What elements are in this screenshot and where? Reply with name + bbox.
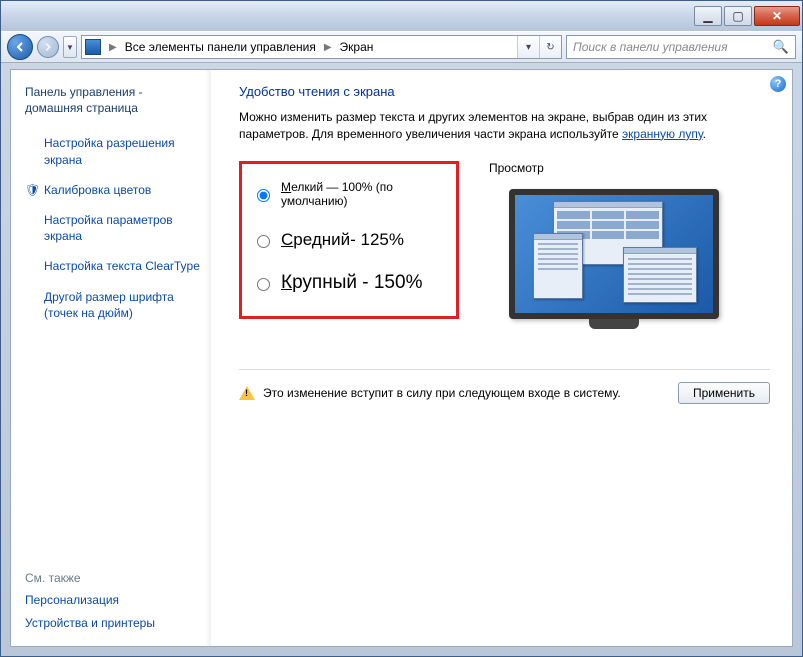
breadcrumb-item-all[interactable]: Все элементы панели управления: [122, 36, 319, 58]
search-icon: 🔍: [773, 39, 789, 55]
refresh-button[interactable]: ↻: [539, 36, 561, 58]
nav-back-button[interactable]: [7, 34, 33, 60]
see-also-devices[interactable]: Устройства и принтеры: [25, 615, 201, 631]
nav-history-dropdown[interactable]: ▼: [63, 36, 77, 58]
minimize-button[interactable]: ▁: [694, 6, 722, 26]
note-row: Это изменение вступит в силу при следующ…: [239, 369, 770, 404]
maximize-button[interactable]: ▢: [724, 6, 752, 26]
scaling-options-group: Мелкий — 100% (по умолчанию) Средний- 12…: [239, 161, 459, 319]
sidebar-link-resolution[interactable]: Настройка разрешения экрана: [25, 135, 201, 167]
radio-small[interactable]: Мелкий — 100% (по умолчанию): [252, 180, 442, 208]
breadcrumb-dropdown[interactable]: ▾: [517, 36, 539, 58]
search-placeholder: Поиск в панели управления: [573, 40, 728, 54]
nav-forward-button[interactable]: [37, 36, 59, 58]
sidebar: Панель управления - домашняя страница На…: [11, 70, 211, 646]
chevron-right-icon: ▶: [104, 42, 122, 53]
page-description: Можно изменить размер текста и других эл…: [239, 109, 770, 143]
client-area: ? Панель управления - домашняя страница …: [10, 69, 793, 647]
shield-icon: 🛡: [25, 182, 39, 198]
search-input[interactable]: Поиск в панели управления 🔍: [566, 35, 796, 59]
breadcrumb[interactable]: ▶ Все элементы панели управления ▶ Экран…: [81, 35, 562, 59]
control-panel-icon: [85, 39, 101, 55]
preview-label: Просмотр: [489, 161, 770, 175]
sidebar-link-cleartype[interactable]: Настройка текста ClearType: [25, 258, 201, 274]
window: ▁ ▢ ✕ ▼ ▶ Все элементы панели управления…: [0, 0, 803, 657]
sidebar-link-color-calibration[interactable]: 🛡Калибровка цветов: [25, 182, 201, 198]
page-title: Удобство чтения с экрана: [239, 84, 770, 99]
radio-medium-input[interactable]: [257, 235, 270, 248]
see-also-section: См. также Персонализация Устройства и пр…: [25, 561, 201, 638]
sidebar-link-display-settings[interactable]: Настройка параметров экрана: [25, 212, 201, 244]
see-also-title: См. также: [25, 571, 201, 585]
titlebar: ▁ ▢ ✕: [1, 1, 802, 31]
see-also-personalization[interactable]: Персонализация: [25, 592, 201, 608]
sidebar-link-custom-dpi[interactable]: Другой размер шрифта (точек на дюйм): [25, 289, 201, 321]
address-bar: ▼ ▶ Все элементы панели управления ▶ Экр…: [1, 31, 802, 63]
breadcrumb-item-display[interactable]: Экран: [337, 36, 377, 58]
sidebar-home-link[interactable]: Панель управления - домашняя страница: [25, 84, 201, 116]
radio-large-input[interactable]: [257, 278, 270, 291]
chevron-right-icon: ▶: [319, 42, 337, 53]
apply-button[interactable]: Применить: [678, 382, 770, 404]
radio-small-input[interactable]: [257, 189, 270, 202]
preview-monitor-icon: [509, 189, 719, 319]
close-button[interactable]: ✕: [754, 6, 800, 26]
magnifier-link[interactable]: экранную лупу: [622, 127, 703, 141]
warning-icon: [239, 386, 255, 400]
main-content: Удобство чтения с экрана Можно изменить …: [211, 70, 792, 646]
radio-medium[interactable]: Средний- 125%: [252, 230, 442, 250]
note-text: Это изменение вступит в силу при следующ…: [263, 386, 670, 400]
radio-large[interactable]: Крупный - 150%: [252, 272, 442, 294]
preview-column: Просмотр: [489, 161, 770, 319]
